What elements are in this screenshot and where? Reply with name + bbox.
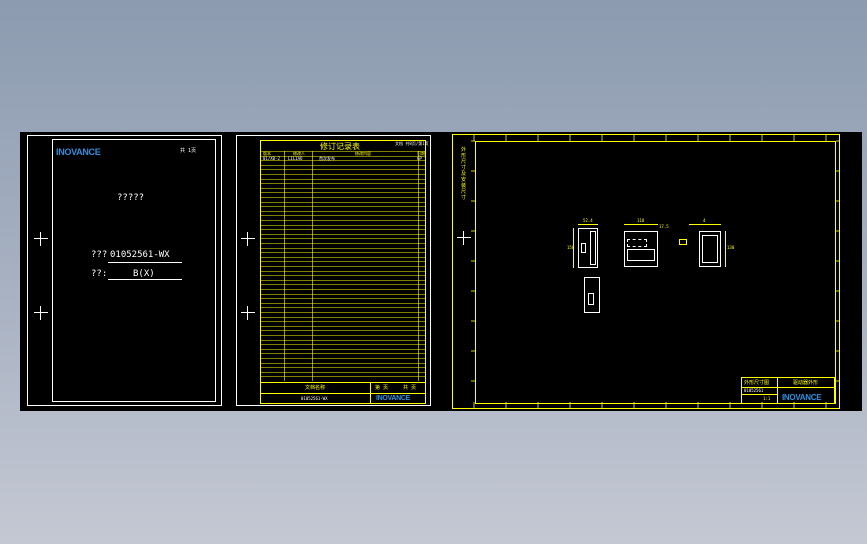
- footer-divider: [370, 382, 371, 404]
- crosshair-icon: [241, 232, 255, 246]
- drawing-sheet[interactable]: 外形尺寸及安装尺寸 52.4 150 110 17.5 4 130 外形尺寸图 …: [452, 134, 840, 409]
- footer-page-b: 共 页: [403, 385, 417, 391]
- cover-title: ?????: [117, 193, 145, 203]
- title-block-rule-2: [741, 394, 777, 395]
- revision-header-right: 文档 共8页/第1页: [395, 141, 429, 146]
- front-view-panel: [590, 231, 596, 265]
- dim-top-b: 110: [637, 218, 645, 223]
- row-1-version: 01/X0-2: [263, 156, 280, 161]
- title-block-scale: 1:1: [763, 396, 771, 401]
- dim-top-d: 4: [703, 218, 706, 223]
- col-header-content: 修改内容: [355, 151, 371, 156]
- version-value: B(X): [133, 269, 155, 279]
- code-label: ???: [91, 250, 108, 260]
- row-1-content: 首次发布: [319, 156, 335, 161]
- row-1-author: LILIAO: [288, 156, 303, 161]
- crosshair-icon: [457, 231, 471, 245]
- cover-sheet[interactable]: INOVANCE 共 1页 ????? ??? 01052561-WX ??: …: [27, 135, 222, 406]
- front-view-detail: [581, 243, 586, 253]
- drawing-inner-frame: [475, 141, 836, 404]
- right-view-inner: [702, 235, 718, 263]
- revision-logo: INOVANCE: [376, 395, 411, 402]
- mount-tab: [679, 239, 687, 245]
- cover-page-tag: 共 1页: [180, 148, 197, 154]
- revision-sheet[interactable]: 修订记录表 文档 共8页/第1页 版本 修改人 修改内容 日期 01/X0-2 …: [236, 135, 431, 406]
- cad-canvas[interactable]: INOVANCE 共 1页 ????? ??? 01052561-WX ??: …: [20, 132, 862, 411]
- footer-mid-rule: [260, 393, 426, 394]
- side-view-block: [627, 249, 655, 261]
- dim-line-right: [725, 231, 726, 267]
- title-block-left-title: 外形尺寸图: [744, 380, 770, 386]
- version-underline: [108, 279, 182, 280]
- dim-top-c: 17.5: [659, 224, 669, 229]
- code-value: 01052561-WX: [110, 250, 170, 260]
- title-block-code: 01052561: [744, 388, 764, 393]
- crosshair-icon: [34, 232, 48, 246]
- row-1-date: GP: [417, 156, 422, 161]
- code-underline: [108, 262, 182, 263]
- drawing-side-text: 外形尺寸及安装尺寸: [461, 147, 467, 201]
- footer-top-rule: [260, 382, 426, 383]
- side-view-fins: [627, 239, 647, 247]
- crosshair-icon: [241, 306, 255, 320]
- footer-doc-name: 文档名称: [305, 385, 326, 391]
- title-block-logo: INOVANCE: [782, 393, 822, 402]
- dim-left-h: 150: [567, 245, 575, 250]
- dim-line-top-a: [578, 224, 598, 225]
- dim-line-top-b: [624, 224, 658, 225]
- title-block-right-title: 驱动器外形: [793, 380, 819, 386]
- dim-right-h: 130: [727, 245, 735, 250]
- footer-doc-code: 01052561-WX: [301, 396, 328, 401]
- bottom-view-detail: [588, 293, 594, 305]
- dim-line-top-d: [689, 224, 721, 225]
- footer-page-a: 第 页: [375, 385, 389, 391]
- cover-logo: INOVANCE: [56, 147, 101, 157]
- crosshair-icon: [34, 306, 48, 320]
- revision-table: [260, 151, 426, 381]
- title-block-divider: [777, 377, 778, 404]
- version-label: ??:: [91, 269, 108, 279]
- dim-top-a: 52.4: [583, 218, 593, 223]
